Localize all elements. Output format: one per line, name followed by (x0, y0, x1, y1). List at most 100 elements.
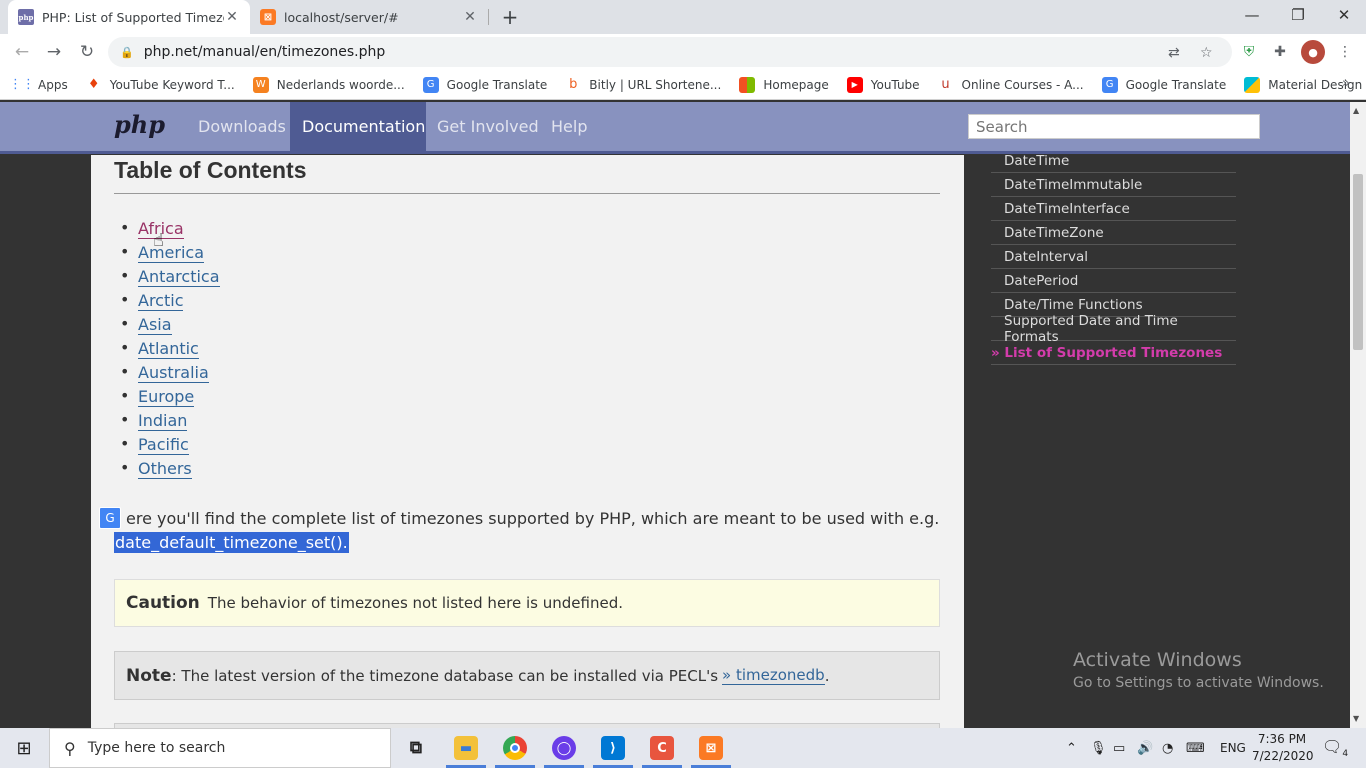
bookmark-online-courses[interactable]: u Online Courses - A... (937, 76, 1084, 93)
file-explorer-icon[interactable]: ▬ (442, 728, 490, 768)
toc-link-others[interactable]: Others (138, 459, 192, 479)
taskbar-clock[interactable]: 7:36 PM 7/22/2020 (1252, 731, 1314, 765)
toc-link-indian[interactable]: Indian (138, 411, 188, 431)
bookmark-homepage[interactable]: Homepage (739, 76, 829, 93)
shield-extension-icon[interactable]: ⛨ (1237, 40, 1261, 64)
close-tab-icon[interactable]: ✕ (224, 9, 240, 25)
toc-item: Australia (120, 362, 220, 387)
new-tab-button[interactable]: + (498, 5, 522, 29)
show-hidden-icons[interactable]: ⌃ (1066, 728, 1077, 768)
w-logo-icon: W (252, 76, 269, 93)
address-bar[interactable]: 🔒 php.net/manual/en/timezones.php ⇄ ☆ (108, 37, 1232, 67)
scroll-down-icon[interactable]: ▼ (1353, 714, 1359, 723)
php-logo[interactable]: php (114, 110, 165, 139)
taskbar-search-box[interactable]: ⚲ Type here to search (49, 728, 391, 768)
sidebar-item-datetime[interactable]: DateTime (991, 149, 1236, 173)
windows-logo-icon (739, 76, 756, 93)
toc-link-arctic[interactable]: Arctic (138, 291, 184, 311)
xampp-taskbar-icon[interactable]: ⊠ (687, 728, 735, 768)
battery-icon[interactable]: ▭ (1113, 728, 1125, 768)
bookmark-youtube-keyword[interactable]: ♦ YouTube Keyword T... (85, 76, 235, 93)
toc-link-asia[interactable]: Asia (138, 315, 172, 335)
sidebar-item-supported-formats[interactable]: Supported Date and Time Formats (991, 313, 1236, 345)
restore-button[interactable]: ❐ (1275, 0, 1321, 30)
forward-arrow-icon[interactable]: → (42, 40, 66, 64)
material-icon (1244, 76, 1261, 93)
toc-item: Europe (120, 386, 220, 411)
tab-localhost[interactable]: ⊠ localhost/server/# ✕ (250, 0, 488, 34)
back-arrow-icon[interactable]: ← (10, 40, 34, 64)
udemy-icon: u (937, 76, 954, 93)
sidebar-item-dateperiod[interactable]: DatePeriod (991, 269, 1236, 293)
sidebar-item-datetimeimmutable[interactable]: DateTimeImmutable (991, 173, 1236, 197)
main-content: Table of Contents Africa America Antarct… (91, 155, 964, 728)
translate-page-icon[interactable]: ⇄ (1168, 45, 1180, 61)
timezonedb-link[interactable]: » timezonedb (722, 666, 825, 685)
toc-link-america[interactable]: America (138, 243, 204, 263)
windows-taskbar: ⊞ ⚲ Type here to search ⧉ ▬ ◯ ⟩ C ⊠ ⌃ 🎙 … (0, 728, 1366, 768)
profile-avatar[interactable]: ● (1301, 40, 1325, 64)
bookmark-nederlands[interactable]: W Nederlands woorde... (252, 76, 405, 93)
toc-link-pacific[interactable]: Pacific (138, 435, 189, 455)
close-tab-icon[interactable]: ✕ (462, 9, 478, 25)
nav-help[interactable]: Help (539, 102, 599, 151)
clock-date: 7/22/2020 (1252, 749, 1314, 763)
toc-divider (114, 193, 940, 194)
nav-downloads[interactable]: Downloads (186, 102, 298, 151)
menu-kebab-icon[interactable]: ⋮ (1333, 40, 1357, 64)
sidebar-item-datetimezone[interactable]: DateTimeZone (991, 221, 1236, 245)
sidebar-item-dateinterval[interactable]: DateInterval (991, 245, 1236, 269)
bookmark-label: Google Translate (446, 77, 548, 92)
reload-icon[interactable]: ↻ (75, 40, 99, 64)
nav-documentation[interactable]: Documentation (290, 102, 426, 151)
bookmark-apps[interactable]: ⋮⋮ Apps (9, 76, 68, 93)
bookmark-label: Nederlands woorde... (276, 77, 405, 92)
bookmark-youtube[interactable]: ▶ YouTube (846, 76, 920, 93)
nav-get-involved[interactable]: Get Involved (425, 102, 551, 151)
toc-link-atlantic[interactable]: Atlantic (138, 339, 199, 359)
vscode-icon[interactable]: ⟩ (589, 728, 637, 768)
bookmark-label: Online Courses - A... (961, 77, 1084, 92)
xampp-icon: ⊠ (260, 9, 276, 25)
scroll-up-icon[interactable]: ▲ (1353, 106, 1359, 115)
windows-start-icon[interactable]: ⊞ (0, 728, 48, 768)
toc-link-europe[interactable]: Europe (138, 387, 195, 407)
note-end: . (824, 666, 830, 685)
toc-link-australia[interactable]: Australia (138, 363, 209, 383)
toc-link-antarctica[interactable]: Antarctica (138, 267, 220, 287)
bookmark-bitly[interactable]: b Bitly | URL Shortene... (565, 76, 721, 93)
filezilla-icon[interactable]: C (638, 728, 686, 768)
bookmark-google-translate-2[interactable]: G Google Translate (1101, 76, 1226, 93)
bookmark-google-translate[interactable]: G Google Translate (422, 76, 548, 93)
bookmark-label: YouTube Keyword T... (109, 77, 235, 92)
flame-icon: ♦ (85, 76, 102, 93)
chrome-icon[interactable] (491, 728, 539, 768)
more-bookmarks-icon[interactable]: » (1342, 76, 1350, 91)
bookmark-star-icon[interactable]: ☆ (1200, 45, 1213, 61)
selected-function-link[interactable]: date_default_timezone_set(). (114, 532, 349, 553)
volume-icon[interactable]: 🔊 (1137, 728, 1153, 768)
language-indicator[interactable]: ENG (1220, 728, 1246, 768)
microphone-icon[interactable]: 🎙 (1090, 728, 1107, 768)
search-input[interactable] (968, 114, 1260, 139)
extensions-puzzle-icon[interactable]: ✚ (1268, 40, 1292, 64)
tab-divider (488, 9, 489, 25)
screen-recorder-icon[interactable]: ◯ (540, 728, 588, 768)
close-window-button[interactable]: ✕ (1321, 0, 1366, 30)
sidebar-item-datetimeinterface[interactable]: DateTimeInterface (991, 197, 1236, 221)
scrollbar-thumb[interactable] (1353, 174, 1363, 350)
tab-php-timezones[interactable]: php PHP: List of Supported Timezones ✕ (8, 0, 250, 34)
task-view-icon[interactable]: ⧉ (392, 728, 440, 768)
php-navbar: php Downloads Documentation Get Involved… (0, 102, 1350, 154)
toc-item: Others (120, 458, 220, 483)
bookmark-label: YouTube (870, 77, 920, 92)
notification-center-icon[interactable]: 🗨4 (1322, 737, 1348, 759)
sidebar-list: DateTime DateTimeImmutable DateTimeInter… (991, 149, 1236, 365)
sidebar-item-current[interactable]: » List of Supported Timezones (991, 341, 1236, 365)
keyboard-icon[interactable]: ⌨ (1186, 728, 1205, 768)
wifi-icon[interactable]: ◔ (1162, 728, 1173, 768)
apps-grid-icon: ⋮⋮ (9, 76, 35, 93)
page-scrollbar[interactable]: ▲ ▼ (1350, 102, 1366, 728)
url-text: php.net/manual/en/timezones.php (143, 44, 386, 60)
minimize-button[interactable]: — (1229, 0, 1275, 30)
